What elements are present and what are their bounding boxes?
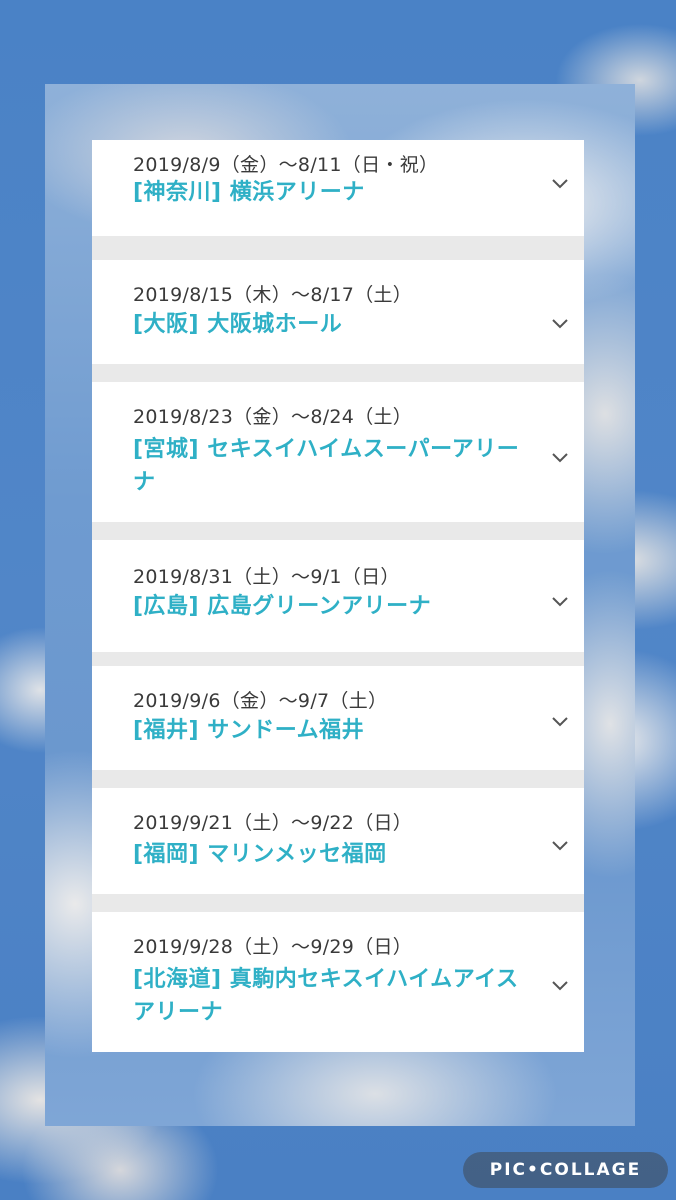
- list-item[interactable]: 2019/8/31（土）～9/1（日） [広島] 広島グリーンアリーナ: [92, 540, 584, 652]
- pic-collage-watermark: PIC•COLLAGE: [463, 1152, 668, 1188]
- chevron-down-icon[interactable]: [550, 316, 570, 330]
- event-venue[interactable]: [北海道] 真駒内セキスイハイムアイスアリーナ: [133, 963, 533, 1029]
- tour-schedule-list: 2019/8/9（金）～8/11（日・祝） [神奈川] 横浜アリーナ 2019/…: [92, 140, 584, 1052]
- list-item[interactable]: 2019/8/15（木）～8/17（土） [大阪] 大阪城ホール: [92, 260, 584, 364]
- list-item[interactable]: 2019/8/23（金）～8/24（土） [宮城] セキスイハイムスーパーアリー…: [92, 382, 584, 522]
- list-item[interactable]: 2019/9/28（土）～9/29（日） [北海道] 真駒内セキスイハイムアイス…: [92, 912, 584, 1052]
- event-venue[interactable]: [広島] 広島グリーンアリーナ: [133, 590, 533, 623]
- list-item[interactable]: 2019/8/9（金）～8/11（日・祝） [神奈川] 横浜アリーナ: [92, 140, 584, 236]
- event-venue[interactable]: [神奈川] 横浜アリーナ: [133, 176, 533, 209]
- event-venue[interactable]: [福井] サンドーム福井: [133, 714, 533, 747]
- event-date: 2019/8/15（木）～8/17（土）: [133, 284, 413, 306]
- event-venue[interactable]: [宮城] セキスイハイムスーパーアリーナ: [133, 433, 533, 499]
- chevron-down-icon[interactable]: [550, 594, 570, 608]
- list-item[interactable]: 2019/9/21（土）～9/22（日） [福岡] マリンメッセ福岡: [92, 788, 584, 894]
- chevron-down-icon[interactable]: [550, 450, 570, 464]
- event-venue[interactable]: [福岡] マリンメッセ福岡: [133, 838, 533, 871]
- event-date: 2019/8/9（金）～8/11（日・祝）: [133, 154, 439, 176]
- event-date: 2019/9/28（土）～9/29（日）: [133, 936, 413, 958]
- event-date: 2019/9/6（金）～9/7（土）: [133, 690, 388, 712]
- list-item[interactable]: 2019/9/6（金）～9/7（土） [福井] サンドーム福井: [92, 666, 584, 770]
- event-date: 2019/9/21（土）～9/22（日）: [133, 812, 413, 834]
- chevron-down-icon[interactable]: [550, 978, 570, 992]
- chevron-down-icon[interactable]: [550, 176, 570, 190]
- event-date: 2019/8/31（土）～9/1（日）: [133, 566, 400, 588]
- event-date: 2019/8/23（金）～8/24（土）: [133, 406, 413, 428]
- chevron-down-icon[interactable]: [550, 714, 570, 728]
- chevron-down-icon[interactable]: [550, 838, 570, 852]
- event-venue[interactable]: [大阪] 大阪城ホール: [133, 308, 533, 341]
